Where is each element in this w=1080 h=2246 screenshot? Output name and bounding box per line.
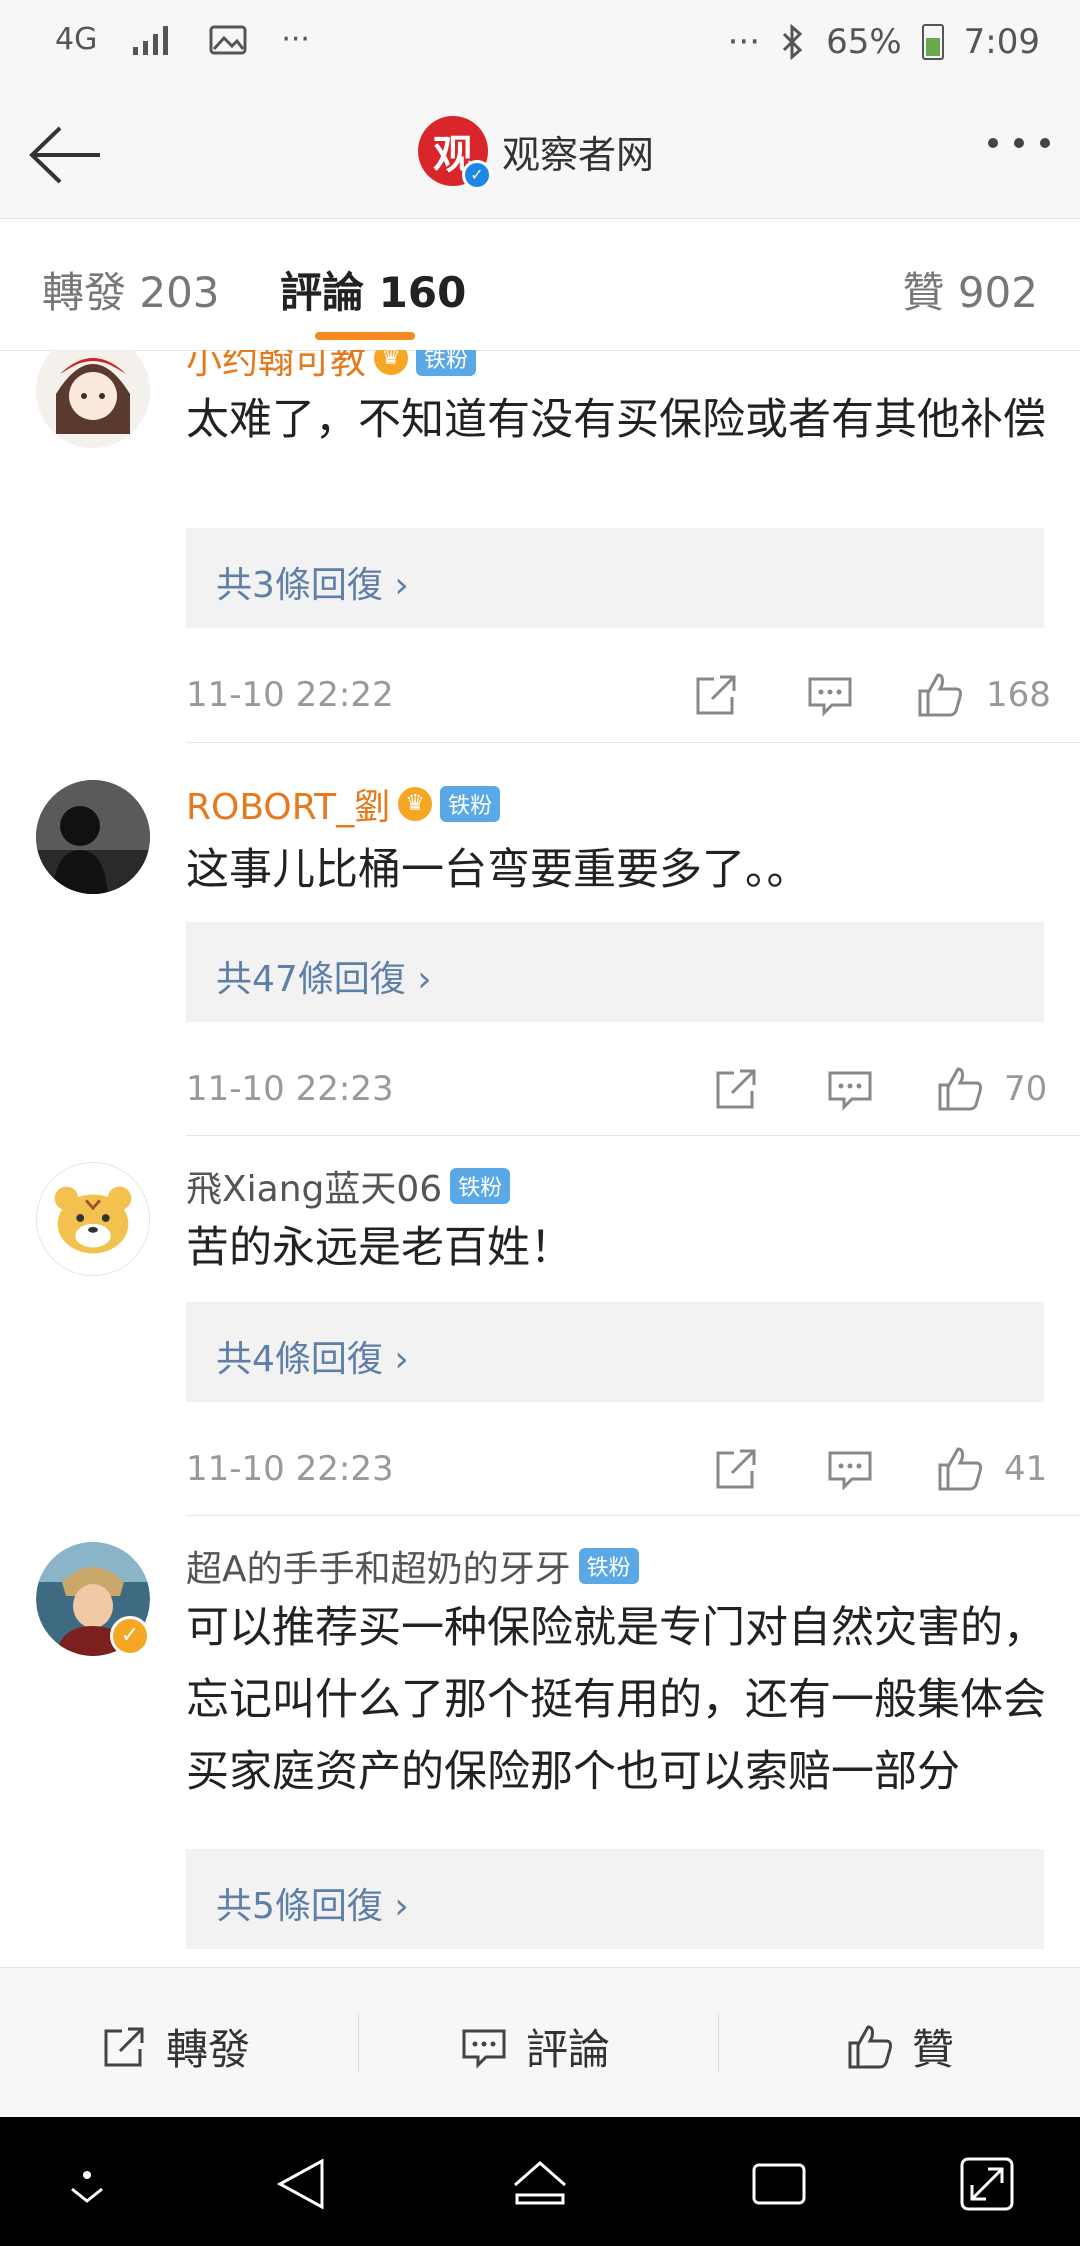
system-navigation-bar [0,2117,1080,2246]
comment-meta: 11-10 22:23 41 [186,1439,1048,1499]
like-icon[interactable] [936,1065,984,1113]
avatar-silhouette-icon [36,780,150,894]
hide-keyboard-icon[interactable] [58,2155,116,2213]
comment-text: 太难了，不知道有没有买保险或者有其他补偿 [186,395,1046,445]
clock: 7:09 [963,22,1040,62]
reply-count-button[interactable]: 共3條回復 › [186,528,1044,628]
comment-button[interactable]: 評論 [460,2016,610,2077]
tab-bar: 轉發 203 評論 160 贊 902 [0,219,1080,351]
avatar-girl-icon [36,350,150,448]
avatar-tiger-icon [37,1163,149,1275]
bottom-action-bar: 轉發 評論 贊 [0,1967,1080,2118]
status-bar: 4G ··· ··· 65% 7:09 [0,0,1080,90]
avatar[interactable] [36,350,150,448]
like-count: 168 [986,675,1051,715]
like-icon[interactable] [916,671,964,719]
crown-icon: ♛ [398,787,433,821]
comment-icon [462,2029,506,2069]
fan-badge: 铁粉 [450,1168,511,1204]
battery-percentage: 65% [826,22,902,62]
like-icon [848,2024,892,2068]
commenter-name[interactable]: 飛Xiang蓝天06 铁粉 [186,1160,511,1212]
reply-icon[interactable] [826,1065,874,1113]
repost-button[interactable]: 轉發 [100,2016,250,2077]
like-icon[interactable] [936,1445,984,1493]
reply-count-button[interactable]: 共47條回復 › [186,922,1044,1022]
verified-icon: ✓ [462,160,492,190]
comment-time: 11-10 22:22 [186,675,394,715]
crown-icon: ♛ [374,350,409,375]
back-arrow-icon[interactable] [26,120,106,190]
comment-time: 11-10 22:23 [186,1069,394,1109]
comment-text: 这事儿比桶一台弯要重要多了。。 [186,845,810,895]
more-options-icon[interactable] [988,138,1050,148]
comment-list[interactable]: 小约翰可教 ♛ 铁粉 太难了，不知道有没有买保险或者有其他补偿 共3條回復 › … [0,350,1080,1967]
tab-reposts[interactable]: 轉發 203 [42,259,220,320]
network-indicator: 4G [55,22,98,57]
repost-icon[interactable] [712,1445,760,1493]
navigation-bar: 观 ✓ 观察者网 [0,90,1080,219]
back-icon[interactable] [272,2155,330,2213]
like-count: 41 [1004,1449,1048,1489]
battery-icon [921,24,944,60]
verified-icon: ✓ [110,1616,150,1656]
recent-apps-icon[interactable] [750,2155,808,2213]
home-icon[interactable] [511,2155,569,2213]
account-header[interactable]: 观 ✓ 观察者网 [418,116,655,190]
overflow-icon: ··· [727,22,761,62]
account-avatar: 观 ✓ [418,116,492,190]
avatar[interactable] [36,780,150,894]
fan-badge: 铁粉 [416,350,477,376]
like-count: 70 [1004,1069,1048,1109]
reply-count-button[interactable]: 共4條回復 › [186,1302,1044,1402]
like-button[interactable]: 贊 [846,2016,954,2077]
avatar[interactable] [36,1162,150,1276]
comment-divider [186,1135,1080,1136]
comment-text: 苦的永远是老百姓！ [186,1223,573,1273]
separator [358,2013,359,2073]
account-name: 观察者网 [502,132,655,177]
expand-icon[interactable] [958,2155,1016,2213]
commenter-name[interactable]: ROBORT_劉 ♛ 铁粉 [186,778,501,830]
comment-text: 可以推荐买一种保险就是专门对自然灾害的，忘记叫什么了那个挺有用的，还有一般集体会… [186,1603,1046,1797]
tab-likes[interactable]: 贊 902 [902,259,1038,320]
comment-divider [186,742,1080,743]
comment-meta: 11-10 22:22 168 [186,665,1051,725]
commenter-name[interactable]: 超A的手手和超奶的牙牙 铁粉 [186,1540,639,1592]
reply-icon[interactable] [826,1445,874,1493]
repost-icon [104,2027,144,2066]
comment-meta: 11-10 22:23 70 [186,1059,1048,1119]
fan-badge: 铁粉 [440,786,501,822]
more-notifications-icon: ··· [281,22,310,57]
bluetooth-icon [783,24,803,60]
tab-comments[interactable]: 評論 160 [280,259,466,320]
fan-badge: 铁粉 [578,1548,639,1584]
repost-icon[interactable] [692,671,740,719]
signal-icon [133,25,169,55]
avatar[interactable]: ✓ [36,1542,150,1656]
comment-divider [186,1515,1080,1516]
separator [718,2013,719,2073]
active-tab-indicator [315,332,415,340]
reply-count-button[interactable]: 共5條回復 › [186,1849,1044,1949]
image-notification-icon [209,25,247,54]
comment-time: 11-10 22:23 [186,1449,394,1489]
reply-icon[interactable] [806,671,854,719]
commenter-name[interactable]: 小约翰可教 ♛ 铁粉 [186,350,477,384]
repost-icon[interactable] [712,1065,760,1113]
